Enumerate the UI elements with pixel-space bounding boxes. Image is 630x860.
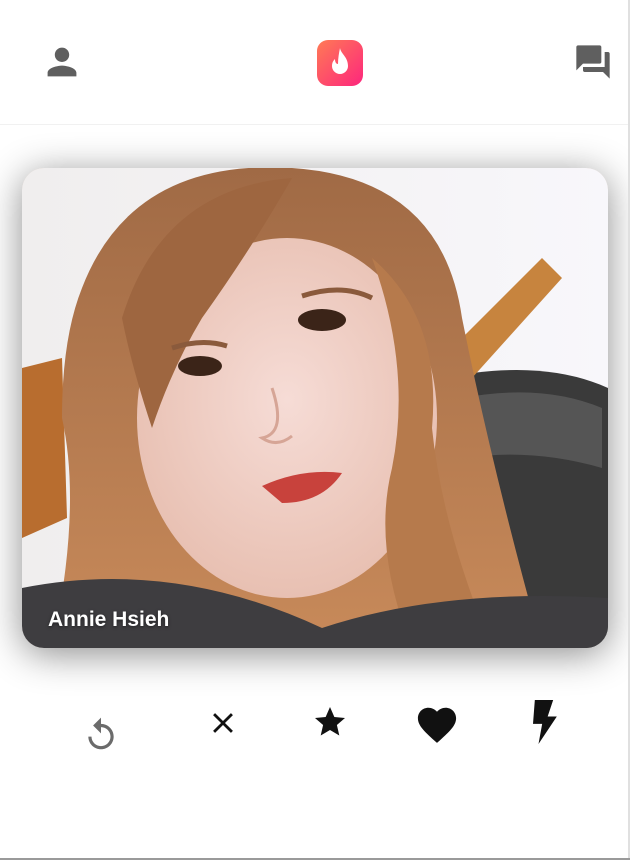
chat-icon[interactable] xyxy=(572,42,614,82)
heart-icon[interactable] xyxy=(414,702,460,744)
person-icon[interactable] xyxy=(44,44,80,80)
undo-icon[interactable] xyxy=(82,716,120,754)
star-icon[interactable] xyxy=(312,704,348,740)
action-bar xyxy=(0,690,630,770)
profile-card[interactable]: Annie Hsieh xyxy=(22,168,608,648)
flame-logo-icon xyxy=(317,40,363,86)
close-icon[interactable] xyxy=(206,706,240,740)
profile-name: Annie Hsieh xyxy=(48,608,170,631)
lightning-icon[interactable] xyxy=(528,700,560,744)
profile-photo xyxy=(22,168,608,648)
top-bar xyxy=(0,0,630,125)
